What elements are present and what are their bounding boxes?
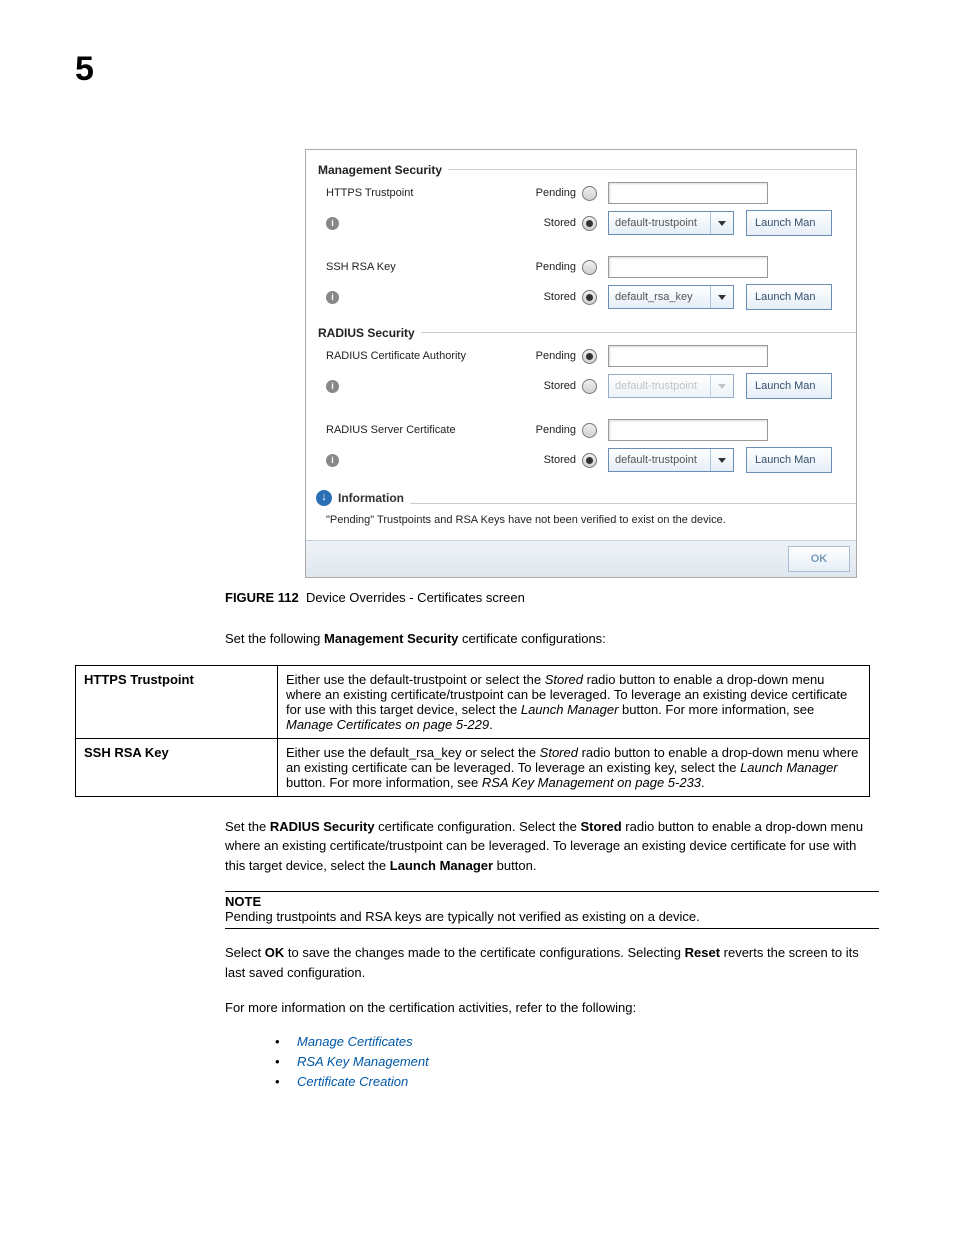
radius-server-pending-radio[interactable] bbox=[582, 423, 597, 438]
note-text: Pending trustpoints and RSA keys are typ… bbox=[225, 909, 879, 924]
chevron-down-icon bbox=[710, 286, 733, 308]
note-block: NOTE Pending trustpoints and RSA keys ar… bbox=[225, 891, 879, 929]
down-arrow-icon: ↓ bbox=[316, 490, 332, 506]
radius-paragraph: Set the RADIUS Security certificate conf… bbox=[225, 817, 879, 876]
stored-label: Stored bbox=[516, 454, 582, 466]
list-item: •RSA Key Management bbox=[275, 1054, 879, 1069]
launch-manager-button[interactable]: Launch Man bbox=[746, 284, 832, 310]
ssh-stored-dropdown[interactable]: default_rsa_key bbox=[608, 285, 734, 309]
mgmt-security-heading: Management Security bbox=[306, 150, 442, 179]
chevron-down-icon bbox=[710, 449, 733, 471]
stored-label: Stored bbox=[516, 291, 582, 303]
pending-label: Pending bbox=[516, 261, 582, 273]
info-icon: i bbox=[326, 217, 339, 230]
https-stored-radio[interactable] bbox=[582, 216, 597, 231]
list-item: •Certificate Creation bbox=[275, 1074, 879, 1089]
page-number: 5 bbox=[75, 50, 879, 89]
info-icon: i bbox=[326, 454, 339, 467]
radius-ca-stored-radio[interactable] bbox=[582, 379, 597, 394]
pending-label: Pending bbox=[516, 424, 582, 436]
ok-paragraph: Select OK to save the changes made to th… bbox=[225, 943, 879, 982]
radius-ca-pending-input[interactable] bbox=[608, 345, 768, 367]
https-stored-dropdown[interactable]: default-trustpoint bbox=[608, 211, 734, 235]
information-heading: Information bbox=[338, 491, 404, 505]
ssh-pending-input[interactable] bbox=[608, 256, 768, 278]
table-row: HTTPS Trustpoint Either use the default-… bbox=[76, 665, 870, 738]
list-item: •Manage Certificates bbox=[275, 1034, 879, 1049]
chevron-down-icon bbox=[710, 375, 733, 397]
ssh-stored-radio[interactable] bbox=[582, 290, 597, 305]
pending-label: Pending bbox=[516, 187, 582, 199]
radius-server-stored-dropdown[interactable]: default-trustpoint bbox=[608, 448, 734, 472]
term-ssh-rsa-key: SSH RSA Key bbox=[76, 738, 278, 796]
radius-security-heading: RADIUS Security bbox=[306, 313, 415, 342]
intro-paragraph: Set the following Management Security ce… bbox=[225, 629, 879, 649]
https-trustpoint-label: HTTPS Trustpoint bbox=[326, 187, 516, 199]
link-rsa-key-management[interactable]: RSA Key Management bbox=[297, 1054, 429, 1069]
radius-server-stored-radio[interactable] bbox=[582, 453, 597, 468]
link-certificate-creation[interactable]: Certificate Creation bbox=[297, 1074, 408, 1089]
launch-manager-button[interactable]: Launch Man bbox=[746, 447, 832, 473]
certificates-screenshot: Management Security HTTPS Trustpoint Pen… bbox=[305, 149, 857, 578]
note-title: NOTE bbox=[225, 894, 879, 909]
more-info-paragraph: For more information on the certificatio… bbox=[225, 998, 879, 1018]
information-text: "Pending" Trustpoints and RSA Keys have … bbox=[306, 508, 856, 540]
term-https-trustpoint: HTTPS Trustpoint bbox=[76, 665, 278, 738]
desc-https-trustpoint: Either use the default-trustpoint or sel… bbox=[278, 665, 870, 738]
info-icon: i bbox=[326, 380, 339, 393]
table-row: SSH RSA Key Either use the default_rsa_k… bbox=[76, 738, 870, 796]
radius-ca-label: RADIUS Certificate Authority bbox=[326, 350, 516, 362]
bullet-list: •Manage Certificates •RSA Key Management… bbox=[275, 1034, 879, 1089]
ok-button[interactable]: OK bbox=[788, 546, 850, 572]
radius-server-cert-label: RADIUS Server Certificate bbox=[326, 424, 516, 436]
stored-label: Stored bbox=[516, 380, 582, 392]
https-pending-radio[interactable] bbox=[582, 186, 597, 201]
footer-bar: OK bbox=[306, 540, 856, 577]
chevron-down-icon bbox=[710, 212, 733, 234]
radius-ca-stored-dropdown: default-trustpoint bbox=[608, 374, 734, 398]
launch-manager-button[interactable]: Launch Man bbox=[746, 210, 832, 236]
https-pending-input[interactable] bbox=[608, 182, 768, 204]
info-icon: i bbox=[326, 291, 339, 304]
ssh-rsa-key-label: SSH RSA Key bbox=[326, 261, 516, 273]
desc-ssh-rsa-key: Either use the default_rsa_key or select… bbox=[278, 738, 870, 796]
launch-manager-button[interactable]: Launch Man bbox=[746, 373, 832, 399]
figure-caption: FIGURE 112 Device Overrides - Certificat… bbox=[225, 590, 879, 605]
definition-table: HTTPS Trustpoint Either use the default-… bbox=[75, 665, 870, 797]
pending-label: Pending bbox=[516, 350, 582, 362]
ssh-pending-radio[interactable] bbox=[582, 260, 597, 275]
link-manage-certificates[interactable]: Manage Certificates bbox=[297, 1034, 413, 1049]
radius-ca-pending-radio[interactable] bbox=[582, 349, 597, 364]
stored-label: Stored bbox=[516, 217, 582, 229]
radius-server-pending-input[interactable] bbox=[608, 419, 768, 441]
